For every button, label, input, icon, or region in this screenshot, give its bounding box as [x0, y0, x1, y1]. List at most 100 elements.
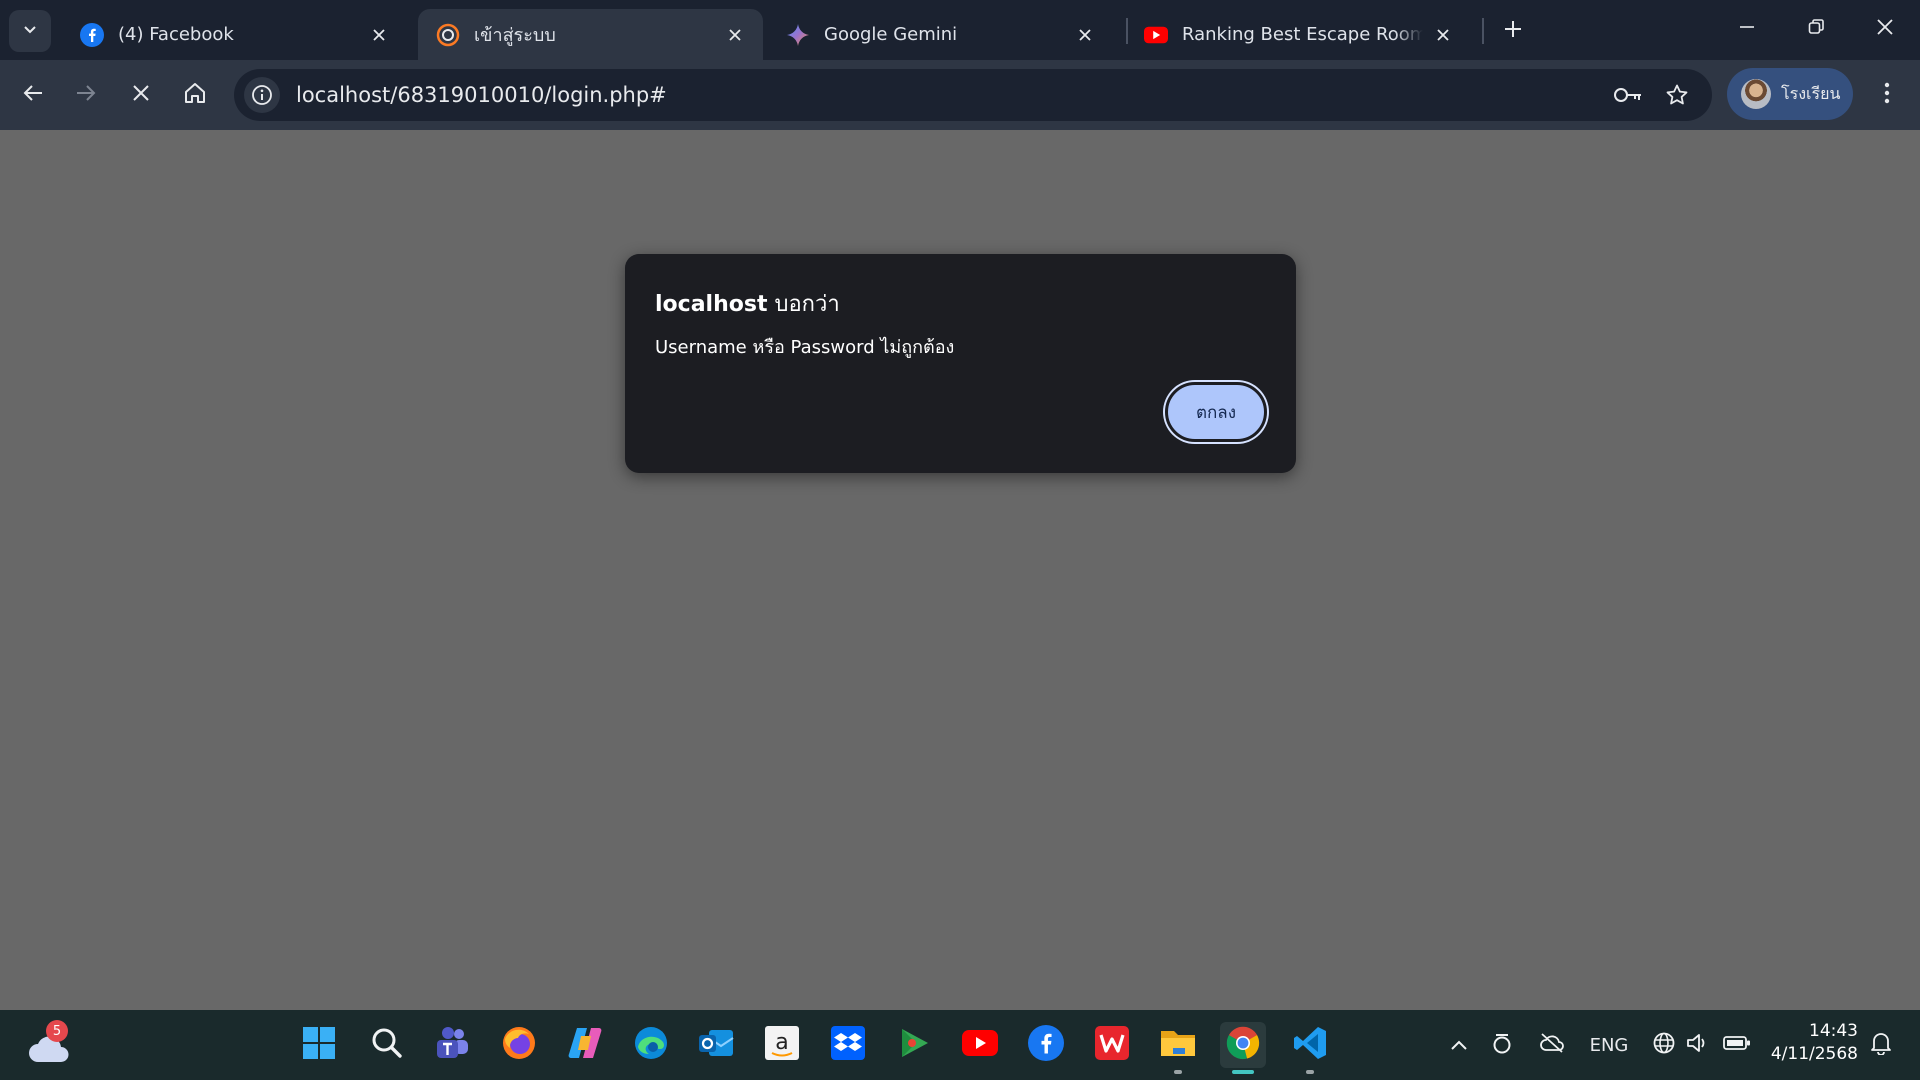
taskbar-app-copilot[interactable]	[562, 1022, 608, 1068]
taskbar-app-amazon[interactable]: a	[759, 1022, 805, 1068]
cloud-off-icon	[1539, 1032, 1565, 1059]
taskbar-app-outlook[interactable]	[693, 1022, 739, 1068]
file-explorer-icon	[1159, 1026, 1197, 1064]
ok-button[interactable]: ตกลง	[1165, 382, 1267, 442]
volume-button[interactable]	[1683, 1030, 1713, 1060]
alert-dialog: localhost บอกว่า Username หรือ Password …	[625, 254, 1296, 473]
profile-button[interactable]: โรงเรียน	[1727, 68, 1853, 120]
info-icon[interactable]	[244, 77, 280, 113]
battery-icon	[1723, 1035, 1751, 1056]
tray-onedrive-button[interactable]	[1486, 1030, 1518, 1060]
google-play-games-icon	[896, 1025, 932, 1065]
password-key-icon[interactable]	[1610, 77, 1646, 113]
stop-loading-button[interactable]	[120, 74, 162, 116]
close-icon[interactable]	[723, 23, 747, 47]
clock-date: 4/11/2568	[1770, 1044, 1858, 1064]
globe-icon	[1652, 1031, 1676, 1060]
xampp-icon	[436, 23, 460, 47]
taskbar-app-vscode[interactable]	[1287, 1022, 1333, 1074]
close-icon[interactable]	[1073, 23, 1097, 47]
input-language-button[interactable]: ENG	[1586, 1030, 1632, 1060]
firefox-icon	[501, 1025, 537, 1065]
running-indicator	[1232, 1070, 1254, 1074]
wps-office-icon	[1094, 1025, 1130, 1065]
back-button[interactable]	[12, 74, 54, 116]
home-icon	[183, 81, 207, 109]
taskbar-clock[interactable]: 14:43 4/11/2568	[1768, 1020, 1858, 1066]
bookmark-star-icon[interactable]	[1659, 77, 1695, 113]
edge-icon	[633, 1025, 669, 1065]
tab-login[interactable]: เข้าสู่ระบบ	[418, 9, 763, 60]
running-indicator	[1306, 1070, 1314, 1074]
taskbar-app-file-explorer[interactable]	[1155, 1022, 1201, 1074]
svg-text:a: a	[775, 1030, 788, 1055]
close-icon	[1876, 18, 1894, 40]
tray-cloud-button[interactable]	[1536, 1030, 1568, 1060]
gemini-icon	[786, 23, 810, 47]
chevron-up-icon	[1450, 1035, 1468, 1056]
start-button[interactable]	[296, 1022, 342, 1068]
tab-title: (4) Facebook	[118, 24, 234, 45]
tab-separator	[1482, 18, 1484, 44]
restore-icon	[1808, 19, 1824, 39]
home-button[interactable]	[174, 74, 216, 116]
show-hidden-icons-button[interactable]	[1444, 1030, 1474, 1060]
close-window-button[interactable]	[1852, 0, 1918, 58]
tab-facebook[interactable]: (4) Facebook	[62, 9, 407, 60]
tab-title: Google Gemini	[824, 24, 958, 45]
facebook-icon	[80, 22, 104, 47]
new-tab-button[interactable]	[1496, 14, 1530, 48]
taskbar-search-button[interactable]	[364, 1022, 410, 1068]
page-content-overlay: localhost บอกว่า Username หรือ Password …	[0, 130, 1920, 1010]
tab-search-button[interactable]	[9, 10, 51, 52]
tab-title: Ranking Best Escape Room Mo	[1182, 24, 1423, 45]
taskbar-app-youtube[interactable]	[957, 1022, 1003, 1068]
amazon-icon: a	[764, 1025, 800, 1065]
close-icon[interactable]	[1431, 23, 1455, 47]
clock-time: 14:43	[1809, 1021, 1858, 1041]
tab-title: เข้าสู่ระบบ	[474, 25, 556, 46]
chrome-icon	[1225, 1025, 1261, 1065]
taskbar-app-dropbox[interactable]	[825, 1022, 871, 1068]
taskbar-app-chrome[interactable]	[1220, 1022, 1266, 1074]
restore-button[interactable]	[1783, 0, 1849, 58]
battery-button[interactable]	[1720, 1030, 1754, 1060]
address-bar[interactable]: localhost/68319010010/login.php#	[234, 69, 1712, 121]
taskbar-app-facebook[interactable]	[1023, 1022, 1069, 1068]
taskbar-app-teams[interactable]	[429, 1022, 475, 1068]
profile-name: โรงเรียน	[1781, 83, 1841, 103]
minimize-button[interactable]	[1714, 0, 1780, 58]
more-vertical-icon	[1884, 82, 1890, 108]
minimize-icon	[1739, 19, 1755, 39]
windows-start-icon	[302, 1026, 336, 1064]
chevron-down-icon	[22, 21, 38, 41]
browser-toolbar: localhost/68319010010/login.php# โรงเรีย…	[0, 60, 1920, 130]
copilot-icon	[567, 1026, 603, 1064]
running-indicator	[1174, 1070, 1182, 1074]
forward-button[interactable]	[65, 74, 107, 116]
outlook-icon	[697, 1026, 735, 1064]
tab-gemini[interactable]: Google Gemini	[768, 9, 1113, 60]
tab-youtube[interactable]: Ranking Best Escape Room Mo	[1126, 9, 1471, 60]
taskbar-app-google-play-games[interactable]	[891, 1022, 937, 1068]
weather-widget[interactable]: 5	[26, 1020, 72, 1068]
taskbar-app-wps-office[interactable]	[1089, 1022, 1135, 1068]
taskbar: 5 a ENG 14:43 4/11/2568	[0, 1010, 1920, 1080]
browser-menu-button[interactable]	[1866, 74, 1908, 116]
arrow-left-icon	[22, 82, 44, 108]
close-icon[interactable]	[367, 23, 391, 47]
network-button[interactable]	[1649, 1030, 1679, 1060]
taskbar-app-firefox[interactable]	[496, 1022, 542, 1068]
url-text[interactable]: localhost/68319010010/login.php#	[296, 83, 667, 107]
notifications-button[interactable]	[1866, 1030, 1896, 1060]
close-icon	[132, 84, 150, 106]
taskbar-app-edge[interactable]	[628, 1022, 674, 1068]
language-indicator: ENG	[1589, 1034, 1629, 1056]
arrow-right-icon	[75, 82, 97, 108]
avatar	[1741, 79, 1771, 109]
dialog-title: localhost บอกว่า	[655, 286, 840, 321]
youtube-icon	[961, 1029, 999, 1061]
speaker-icon	[1686, 1032, 1710, 1059]
vscode-icon	[1292, 1025, 1328, 1065]
dialog-message: Username หรือ Password ไม่ถูกต้อง	[655, 337, 955, 358]
